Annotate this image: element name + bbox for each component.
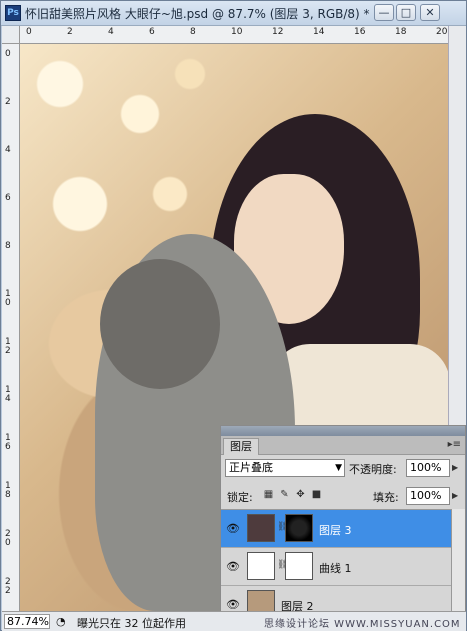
horizontal-ruler[interactable]: 0 2 4 6 8 10 12 14 16 18 20 bbox=[20, 26, 448, 44]
lock-transparent-icon[interactable]: ▦ bbox=[263, 489, 274, 500]
ruler-tick-label: 14 bbox=[5, 385, 11, 404]
layer-thumbnail bbox=[247, 514, 275, 542]
layer-mask-thumbnail[interactable] bbox=[285, 514, 313, 542]
ruler-tick-label: 22 bbox=[5, 577, 11, 596]
chevron-down-icon: ▼ bbox=[335, 463, 342, 473]
eye-visibility-icon[interactable]: 👁 bbox=[226, 522, 240, 535]
ruler-tick-label: 8 bbox=[5, 241, 11, 251]
eye-visibility-icon[interactable]: 👁 bbox=[226, 598, 240, 611]
fill-arrow-icon[interactable]: ▶ bbox=[452, 487, 462, 505]
ruler-tick-label: 0 bbox=[5, 49, 11, 59]
photoshop-app-icon: Ps bbox=[5, 5, 21, 21]
lock-position-move-icon[interactable]: ✥ bbox=[295, 489, 306, 500]
tab-layers[interactable]: 图层 bbox=[223, 438, 259, 455]
layer-row[interactable]: 👁 ⛓ 曲线 1 bbox=[221, 548, 451, 586]
lock-all-icon[interactable]: ■ bbox=[311, 489, 322, 500]
ruler-tick-label: 10 bbox=[5, 289, 11, 308]
document-window: Ps 怀旧甜美照片风格 大眼仔~旭.psd @ 87.7% (图层 3, RGB… bbox=[0, 0, 467, 631]
layer-name[interactable]: 图层 3 bbox=[319, 522, 352, 538]
panel-header-bar[interactable] bbox=[221, 426, 465, 436]
status-info-icon[interactable]: ◔ bbox=[56, 615, 66, 628]
lock-label: 锁定: bbox=[227, 491, 253, 504]
status-text: 曝光只在 32 位起作用 bbox=[77, 617, 186, 630]
ruler-tick-label: 16 bbox=[354, 27, 366, 37]
layers-panel: 图层 ▸≡ 正片叠底 ▼ 不透明度: 100% ▶ 锁定: ▦ ✎ ✥ ■ 填充… bbox=[220, 425, 466, 612]
maximize-button[interactable]: □ bbox=[396, 4, 416, 21]
layer-mask-thumbnail[interactable] bbox=[285, 552, 313, 580]
ruler-origin[interactable] bbox=[2, 26, 20, 44]
ruler-tick-label: 2 bbox=[5, 97, 11, 107]
ruler-tick-label: 2 bbox=[67, 27, 73, 37]
fill-field[interactable]: 100% bbox=[406, 487, 450, 505]
lock-image-brush-icon[interactable]: ✎ bbox=[279, 489, 290, 500]
ruler-tick-label: 14 bbox=[313, 27, 325, 37]
window-title: 怀旧甜美照片风格 大眼仔~旭.psd @ 87.7% (图层 3, RGB/8)… bbox=[25, 7, 370, 21]
layers-list: 👁 ⛓ 图层 3 👁 ⛓ 曲线 1 👁 图层 2 bbox=[221, 509, 451, 612]
blend-mode-value: 正片叠底 bbox=[229, 461, 273, 474]
ruler-tick-label: 20 bbox=[436, 27, 448, 37]
ruler-tick-label: 4 bbox=[108, 27, 114, 37]
opacity-field[interactable]: 100% bbox=[406, 459, 450, 477]
layer-name[interactable]: 图层 2 bbox=[281, 598, 314, 612]
ruler-tick-label: 16 bbox=[5, 433, 11, 452]
minimize-button[interactable]: — bbox=[374, 4, 394, 21]
opacity-arrow-icon[interactable]: ▶ bbox=[452, 459, 462, 477]
layer-row[interactable]: 👁 ⛓ 图层 3 bbox=[221, 510, 451, 548]
ruler-tick-label: 6 bbox=[149, 27, 155, 37]
curves-adjustment-icon bbox=[247, 552, 275, 580]
ruler-tick-label: 20 bbox=[5, 529, 11, 548]
layer-name[interactable]: 曲线 1 bbox=[319, 560, 352, 576]
fill-label: 填充: bbox=[373, 491, 399, 504]
blend-mode-select[interactable]: 正片叠底 ▼ bbox=[225, 459, 345, 477]
panel-menu-icon[interactable]: ▸≡ bbox=[448, 439, 461, 450]
layers-scrollbar[interactable] bbox=[451, 509, 465, 611]
status-bar: 87.74% ◔ 曝光只在 32 位起作用 思缘设计论坛 WWW.MISSYUA… bbox=[2, 611, 466, 631]
ruler-tick-label: 18 bbox=[5, 481, 11, 500]
ruler-tick-label: 12 bbox=[5, 337, 11, 356]
title-bar[interactable]: Ps 怀旧甜美照片风格 大眼仔~旭.psd @ 87.7% (图层 3, RGB… bbox=[1, 1, 466, 26]
watermark: 思缘设计论坛 WWW.MISSYUAN.COM bbox=[264, 619, 461, 630]
vertical-ruler[interactable]: 0 2 4 6 8 10 12 14 16 18 20 22 bbox=[2, 44, 20, 611]
layer-row[interactable]: 👁 图层 2 bbox=[221, 586, 451, 612]
eye-visibility-icon[interactable]: 👁 bbox=[226, 560, 240, 573]
panel-tab-bar: 图层 ▸≡ bbox=[221, 436, 465, 455]
ruler-tick-label: 12 bbox=[272, 27, 284, 37]
photo-dog-face bbox=[100, 259, 220, 389]
ruler-tick-label: 8 bbox=[190, 27, 196, 37]
ruler-tick-label: 6 bbox=[5, 193, 11, 203]
zoom-level-field[interactable]: 87.74% bbox=[4, 614, 50, 629]
ruler-tick-label: 10 bbox=[231, 27, 243, 37]
ruler-tick-label: 18 bbox=[395, 27, 407, 37]
layer-thumbnail bbox=[247, 590, 275, 612]
ruler-tick-label: 4 bbox=[5, 145, 11, 155]
close-button[interactable]: ✕ bbox=[420, 4, 440, 21]
ruler-tick-label: 0 bbox=[26, 27, 32, 37]
opacity-label: 不透明度: bbox=[349, 463, 397, 476]
